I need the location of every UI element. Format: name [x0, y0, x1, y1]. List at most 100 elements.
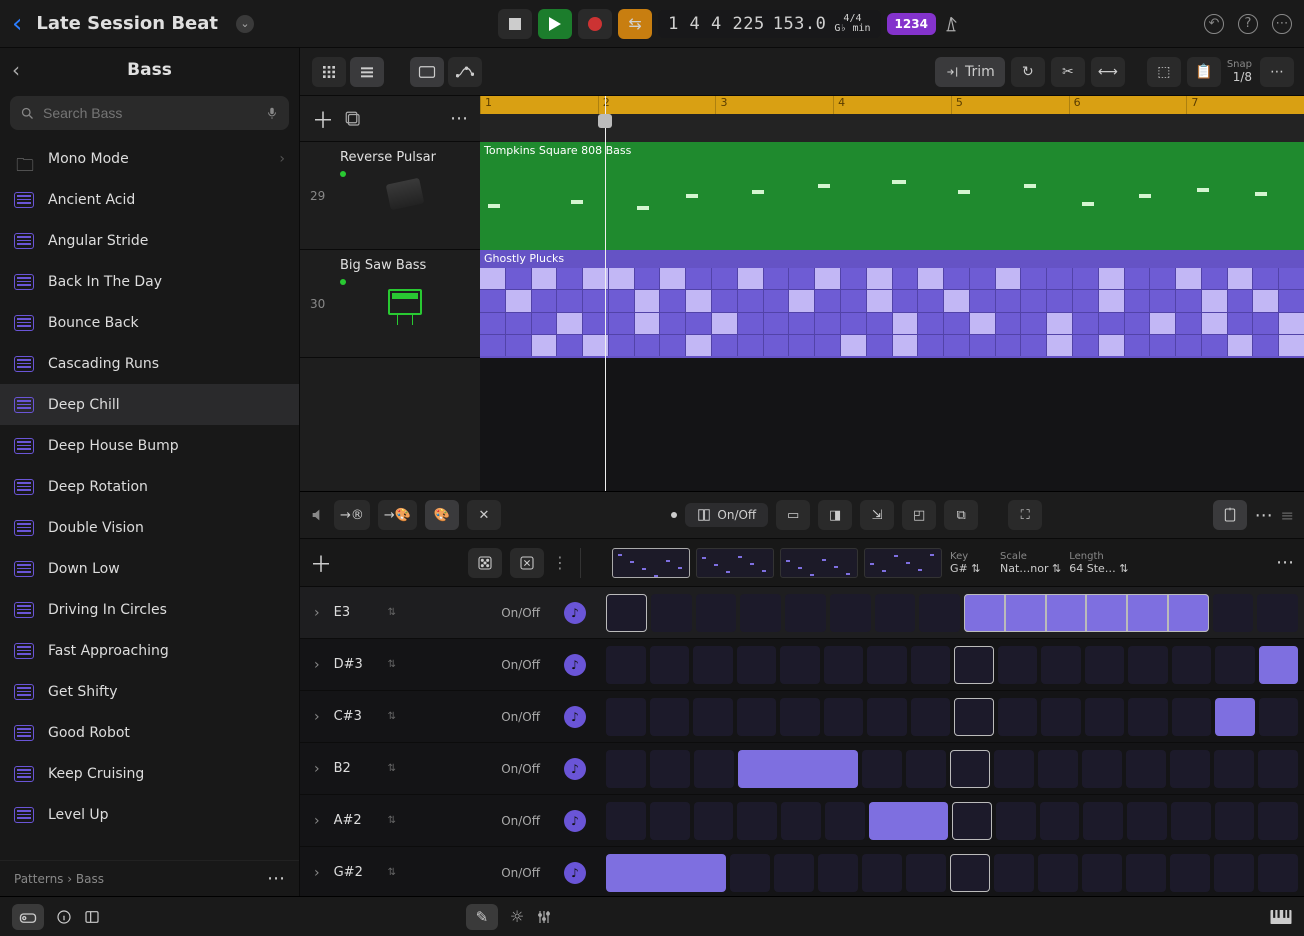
- breadcrumb-more-icon[interactable]: ⋯: [267, 868, 285, 889]
- view-list-button[interactable]: [350, 57, 384, 87]
- seq-view3-icon[interactable]: ⇲: [860, 500, 894, 530]
- bar-ruler[interactable]: 1234567: [480, 96, 1304, 114]
- step-cell[interactable]: [830, 594, 871, 632]
- step-cell[interactable]: [875, 594, 916, 632]
- step-cell[interactable]: [867, 698, 907, 736]
- row-note[interactable]: G#2: [334, 865, 374, 880]
- row-mode[interactable]: On/Off: [501, 606, 540, 620]
- step-cell[interactable]: [1215, 802, 1255, 840]
- paste-tool-button[interactable]: 📋: [1187, 57, 1221, 87]
- sidebar-item[interactable]: Down Low: [0, 548, 299, 589]
- track-header-29[interactable]: 29 Reverse Pulsar: [300, 142, 480, 250]
- step-cell[interactable]: [1127, 594, 1168, 632]
- row-mode[interactable]: On/Off: [501, 762, 540, 776]
- region-bass[interactable]: Tompkins Square 808 Bass: [480, 142, 1304, 250]
- sidebar-item[interactable]: Driving In Circles: [0, 589, 299, 630]
- sort-icon[interactable]: ⇅: [388, 711, 396, 722]
- clear-icon[interactable]: [510, 548, 544, 578]
- expand-icon[interactable]: ›: [314, 709, 320, 725]
- params-menu-icon[interactable]: ⋮: [552, 553, 568, 572]
- track-enable-dot[interactable]: [340, 279, 346, 285]
- key-param[interactable]: Key G# ⇅: [950, 551, 992, 575]
- expand-icon[interactable]: ›: [314, 813, 320, 829]
- step-cell[interactable]: [911, 698, 951, 736]
- step-cell[interactable]: [1172, 646, 1212, 684]
- step-cell[interactable]: [1041, 646, 1081, 684]
- expand-icon[interactable]: ›: [314, 605, 320, 621]
- step-cell[interactable]: [906, 750, 946, 788]
- step-cell[interactable]: [1257, 594, 1298, 632]
- seq-record-mode-icon[interactable]: →®: [334, 500, 370, 530]
- sidebar-folder[interactable]: Mono Mode›: [0, 138, 299, 179]
- cycle-button[interactable]: ⇆: [618, 9, 652, 39]
- mixer-icon[interactable]: [536, 909, 552, 925]
- step-cell[interactable]: [1038, 854, 1078, 892]
- sort-icon[interactable]: ⇅: [388, 867, 396, 878]
- sidebar-item[interactable]: Deep Chill: [0, 384, 299, 425]
- step-cell[interactable]: [1082, 854, 1122, 892]
- dice-icon[interactable]: [468, 548, 502, 578]
- sidebar-item[interactable]: Bounce Back: [0, 302, 299, 343]
- length-param[interactable]: Length 64 Ste… ⇅: [1069, 551, 1128, 575]
- step-cell[interactable]: [1170, 854, 1210, 892]
- step-cell[interactable]: [1085, 646, 1125, 684]
- sort-icon[interactable]: ⇅: [388, 763, 396, 774]
- step-cell[interactable]: [781, 802, 821, 840]
- seq-volume-icon[interactable]: [310, 507, 326, 523]
- step-cell[interactable]: [1083, 802, 1123, 840]
- seq-view2-icon[interactable]: ◨: [818, 500, 852, 530]
- track-enable-dot[interactable]: [340, 171, 346, 177]
- panel-icon[interactable]: [84, 909, 100, 925]
- step-cell[interactable]: [737, 698, 777, 736]
- help-icon[interactable]: ?: [1238, 14, 1258, 34]
- step-cell[interactable]: [906, 854, 946, 892]
- step-cell[interactable]: [650, 698, 690, 736]
- row-mode[interactable]: On/Off: [501, 866, 540, 880]
- step-cell[interactable]: [911, 646, 951, 684]
- step-cell[interactable]: [1214, 854, 1254, 892]
- seq-inspector-icon[interactable]: [1213, 500, 1247, 530]
- stop-button[interactable]: [498, 9, 532, 39]
- piano-icon[interactable]: [1270, 910, 1292, 924]
- step-cell[interactable]: [1128, 646, 1168, 684]
- step-cell[interactable]: [1170, 750, 1210, 788]
- step-cell[interactable]: [825, 802, 865, 840]
- step-cell[interactable]: [738, 750, 778, 788]
- step-cell[interactable]: [1082, 750, 1122, 788]
- step-cell[interactable]: [964, 594, 1005, 632]
- seq-view5-icon[interactable]: ⧉: [944, 500, 978, 530]
- step-cell[interactable]: [650, 646, 690, 684]
- step-cell[interactable]: [1259, 698, 1299, 736]
- scale-param[interactable]: Scale Nat…nor ⇅: [1000, 551, 1061, 575]
- sidebar-item[interactable]: Deep House Bump: [0, 425, 299, 466]
- step-cell[interactable]: [1213, 594, 1254, 632]
- step-cell[interactable]: [606, 854, 646, 892]
- step-cell[interactable]: [694, 750, 734, 788]
- step-cell[interactable]: [994, 750, 1034, 788]
- pattern-thumb[interactable]: [696, 548, 774, 578]
- undo-icon[interactable]: ↶: [1204, 14, 1224, 34]
- step-cell[interactable]: [606, 802, 646, 840]
- step-cell[interactable]: [996, 802, 1036, 840]
- expand-icon[interactable]: ›: [314, 865, 320, 881]
- step-cell[interactable]: [693, 646, 733, 684]
- breadcrumb[interactable]: Patterns › Bass: [14, 872, 104, 886]
- sidebar-item[interactable]: Fast Approaching: [0, 630, 299, 671]
- seq-close-icon[interactable]: ✕: [467, 500, 501, 530]
- step-cell[interactable]: [1258, 802, 1298, 840]
- search-field[interactable]: [10, 96, 289, 130]
- step-cell[interactable]: [686, 854, 726, 892]
- step-cell[interactable]: [740, 594, 781, 632]
- project-menu-chevron-icon[interactable]: ⌄: [236, 15, 254, 33]
- step-cell[interactable]: [730, 854, 770, 892]
- step-cell[interactable]: [1259, 646, 1299, 684]
- library-icon[interactable]: [12, 904, 44, 930]
- snap-value[interactable]: 1/8: [1233, 70, 1252, 84]
- step-cell[interactable]: [780, 646, 820, 684]
- tracks-more-icon[interactable]: ⋯: [1260, 57, 1294, 87]
- seq-palette2-icon[interactable]: 🎨: [425, 500, 459, 530]
- step-cell[interactable]: [774, 854, 814, 892]
- step-cell[interactable]: [1171, 802, 1211, 840]
- seq-view4-icon[interactable]: ◰: [902, 500, 936, 530]
- step-cell[interactable]: [1041, 698, 1081, 736]
